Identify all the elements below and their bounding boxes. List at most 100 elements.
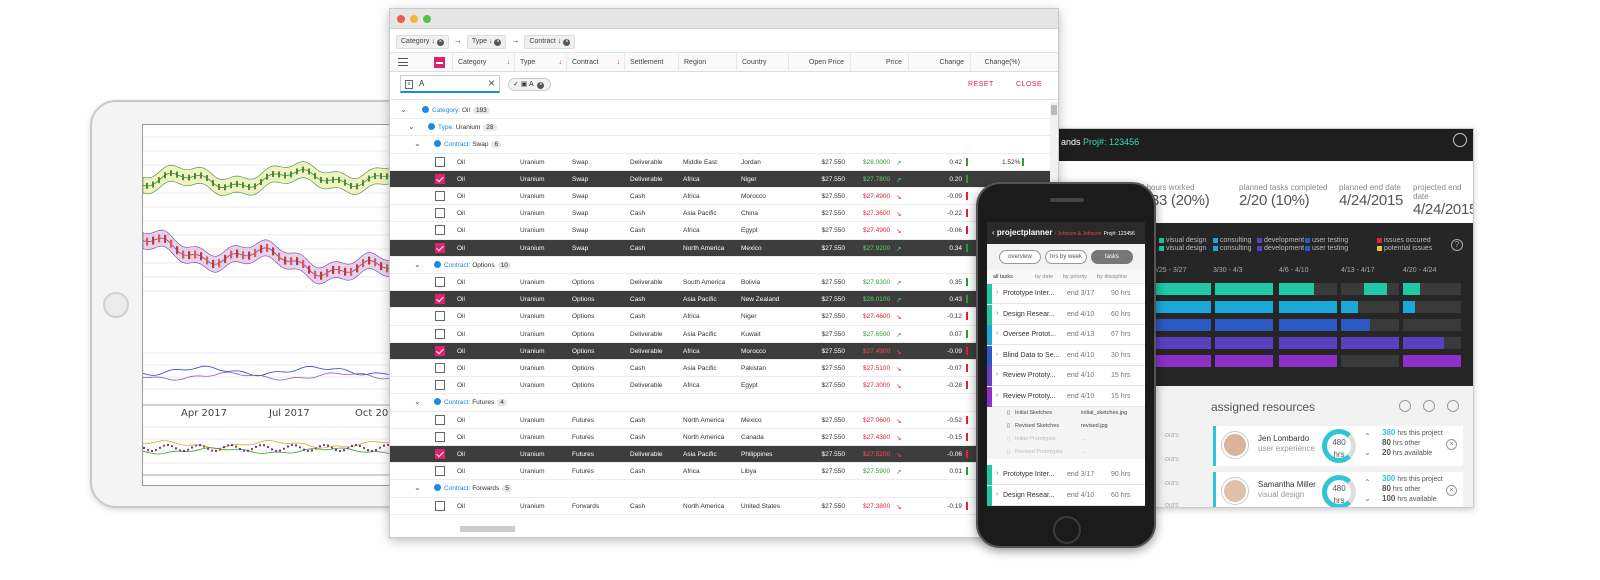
column-header-contract[interactable]: Contract ↓ bbox=[566, 53, 624, 72]
chevron-down-icon[interactable]: ⌄ bbox=[1364, 494, 1371, 503]
tab-hrs-by-week[interactable]: hrs by week bbox=[1045, 250, 1087, 264]
attachment-row[interactable]: ▯ Initial Prototypes... bbox=[987, 433, 1145, 446]
select-all-checkbox[interactable] bbox=[434, 57, 445, 68]
task-row[interactable]: › Review Prototy... end 4/10 15 hrs bbox=[987, 366, 1145, 386]
column-header-open-price[interactable]: Open Price bbox=[788, 53, 850, 72]
table-row[interactable]: Oil Uranium Futures Deliverable Asia Pacific… bbox=[390, 446, 1050, 464]
group-row-forwards[interactable]: ⌄ Contract: Forwards 5 bbox=[390, 480, 1050, 498]
chevron-down-icon[interactable]: ⌄ bbox=[414, 260, 421, 269]
group-chip[interactable]: Type ↓ × bbox=[466, 35, 507, 49]
column-header-country[interactable]: Country bbox=[736, 53, 788, 72]
user-icon[interactable] bbox=[1399, 400, 1411, 412]
search-input[interactable]: ≡ A × bbox=[400, 75, 500, 93]
row-checkbox[interactable] bbox=[435, 449, 445, 459]
remove-icon[interactable]: × bbox=[1446, 485, 1457, 496]
row-checkbox[interactable] bbox=[435, 345, 445, 356]
filter-by-date[interactable]: by date bbox=[1035, 274, 1053, 280]
row-checkbox[interactable] bbox=[435, 380, 445, 391]
row-checkbox[interactable] bbox=[435, 431, 445, 442]
task-row[interactable]: › Design Resear... end 4/10 60 hrs bbox=[987, 304, 1145, 325]
task-row[interactable]: › Oversee Protot... end 4/13 67 hrs bbox=[987, 325, 1145, 345]
chevron-down-icon[interactable]: ⌄ bbox=[414, 397, 421, 406]
remove-icon[interactable]: × bbox=[1446, 439, 1457, 450]
chevron-left-icon[interactable] bbox=[1423, 400, 1435, 412]
chevron-down-icon[interactable]: ⌄ bbox=[414, 139, 421, 148]
row-checkbox[interactable] bbox=[435, 311, 445, 322]
chevron-down-icon[interactable] bbox=[1447, 400, 1459, 412]
group-row-category[interactable]: ⌄ Category: Oil 193 bbox=[390, 102, 1050, 120]
column-header-settlement[interactable]: Settlement bbox=[624, 53, 678, 72]
help-icon[interactable]: ? bbox=[1451, 239, 1463, 251]
row-checkbox[interactable] bbox=[435, 242, 445, 253]
column-header-type[interactable]: Type ↓ bbox=[514, 53, 566, 72]
minimize-window-icon[interactable] bbox=[410, 15, 418, 23]
column-header-region[interactable]: Region bbox=[678, 53, 736, 72]
maximize-window-icon[interactable] bbox=[423, 15, 431, 23]
table-row[interactable]: Oil Uranium Options Deliverable Africa Egypt $… bbox=[390, 377, 1050, 395]
table-row[interactable]: Oil Uranium Options Deliverable South Americ… bbox=[390, 274, 1050, 292]
horizontal-scrollbar[interactable] bbox=[450, 525, 1010, 533]
table-row[interactable]: Oil Uranium Swap Cash Africa Morocco $27.550 $2… bbox=[390, 188, 1050, 206]
table-row[interactable]: Oil Uranium Swap Deliverable Africa Niger $27.… bbox=[390, 170, 1050, 188]
table-row[interactable]: Oil Uranium Options Deliverable Africa Morocc… bbox=[390, 342, 1050, 360]
hamburger-menu-icon[interactable] bbox=[398, 58, 408, 66]
menu-icon[interactable] bbox=[1453, 133, 1467, 147]
filter-all-tasks[interactable]: all tasks bbox=[993, 274, 1013, 280]
group-row-swap[interactable]: ⌄ Contract: Swap 6 bbox=[390, 136, 1050, 154]
filter-by-priority[interactable]: by priority bbox=[1063, 274, 1087, 280]
tab-overview[interactable]: overview bbox=[999, 250, 1041, 264]
filter-chip[interactable]: ✓ ▣ A × bbox=[508, 78, 552, 91]
group-row-futures[interactable]: ⌄ Contract: Futures 4 bbox=[390, 394, 1050, 412]
chevron-down-icon[interactable]: ⌄ bbox=[414, 483, 421, 492]
task-row[interactable]: › Prototype Inter... end 3/17 90 hrs bbox=[987, 465, 1145, 485]
column-header-change[interactable]: Change bbox=[908, 53, 970, 72]
column-header-change-pct[interactable]: Change(%) bbox=[970, 53, 1026, 72]
row-checkbox[interactable] bbox=[435, 414, 445, 425]
row-checkbox[interactable] bbox=[435, 466, 445, 477]
resource-card[interactable]: Samantha Miller visual design 480 hrs ⌃ ⌄… bbox=[1213, 472, 1463, 507]
task-row[interactable]: › Prototype Inter... end 3/17 90 hrs bbox=[987, 284, 1145, 304]
table-row[interactable]: Oil Uranium Swap Cash Africa Egypt $27.550 $27.… bbox=[390, 222, 1050, 240]
tab-tasks[interactable]: tasks bbox=[1091, 250, 1133, 264]
table-row[interactable]: Oil Uranium Swap Deliverable Middle East Jord… bbox=[390, 154, 1050, 171]
table-row[interactable]: Oil Uranium Options Deliverable Asia Pacific… bbox=[390, 326, 1050, 343]
table-row[interactable]: Oil Uranium Forwards Cash North America Unite… bbox=[390, 498, 1050, 515]
table-row[interactable]: Oil Uranium Swap Cash Asia Pacific China $27.5… bbox=[390, 205, 1050, 223]
row-checkbox[interactable] bbox=[435, 173, 445, 184]
group-chip[interactable]: Contract ↓ × bbox=[524, 35, 576, 49]
table-row[interactable]: Oil Uranium Options Cash Asia Pacific Pakista… bbox=[390, 360, 1050, 378]
chevron-down-icon[interactable]: ⌄ bbox=[400, 105, 407, 114]
row-checkbox[interactable] bbox=[435, 225, 445, 236]
table-row[interactable]: Oil Uranium Swap Cash North America Mexico $27… bbox=[390, 239, 1050, 257]
close-button[interactable]: CLOSE bbox=[1016, 81, 1042, 88]
back-icon[interactable]: ‹ bbox=[992, 228, 995, 237]
chevron-up-icon[interactable]: ⌃ bbox=[1364, 432, 1371, 441]
row-checkbox[interactable] bbox=[435, 191, 445, 201]
attachment-row[interactable]: ▯ Initial Sketches initial_sketches.jpg bbox=[987, 407, 1145, 420]
row-checkbox[interactable] bbox=[435, 277, 445, 287]
task-row[interactable]: › Review Prototy... end 4/10 15 hrs bbox=[987, 386, 1145, 407]
row-checkbox[interactable] bbox=[435, 363, 445, 373]
row-checkbox[interactable] bbox=[435, 294, 445, 305]
row-checkbox[interactable] bbox=[435, 208, 445, 219]
row-checkbox[interactable] bbox=[435, 156, 445, 167]
group-row-options[interactable]: ⌄ Contract: Options 10 bbox=[390, 257, 1050, 274]
chevron-down-icon[interactable]: ⌄ bbox=[408, 122, 415, 131]
table-row[interactable]: Oil Uranium Futures Cash North America Mexico… bbox=[390, 412, 1050, 429]
group-chip[interactable]: Category ↓ × bbox=[396, 35, 449, 49]
row-checkbox[interactable] bbox=[435, 500, 445, 511]
reset-button[interactable]: RESET bbox=[968, 81, 994, 88]
table-row[interactable]: Oil Uranium Options Cash Africa Niger $27.550 $… bbox=[390, 308, 1050, 326]
resource-card[interactable]: Jen Lombardo user experience 480 hrs ⌃ ⌄ … bbox=[1213, 426, 1463, 466]
column-header-price[interactable]: Price bbox=[850, 53, 908, 72]
close-window-icon[interactable] bbox=[397, 15, 405, 23]
filter-by-discipline[interactable]: by discipline bbox=[1097, 274, 1127, 280]
table-row[interactable]: Oil Uranium Options Cash Asia Pacific New Zea… bbox=[390, 291, 1050, 309]
column-header-category[interactable]: Category ↓ bbox=[452, 53, 514, 72]
clear-icon[interactable]: × bbox=[488, 76, 495, 90]
task-row[interactable]: › Design Resear... end 4/10 60 hrs bbox=[987, 485, 1145, 506]
chevron-up-icon[interactable]: ⌃ bbox=[1364, 478, 1371, 487]
row-checkbox[interactable] bbox=[435, 328, 445, 339]
task-row[interactable]: › Blind Data to Se... end 4/10 30 hrs bbox=[987, 345, 1145, 366]
table-row[interactable]: Oil Uranium Futures Cash Africa Libya $27.550 $… bbox=[390, 463, 1050, 481]
